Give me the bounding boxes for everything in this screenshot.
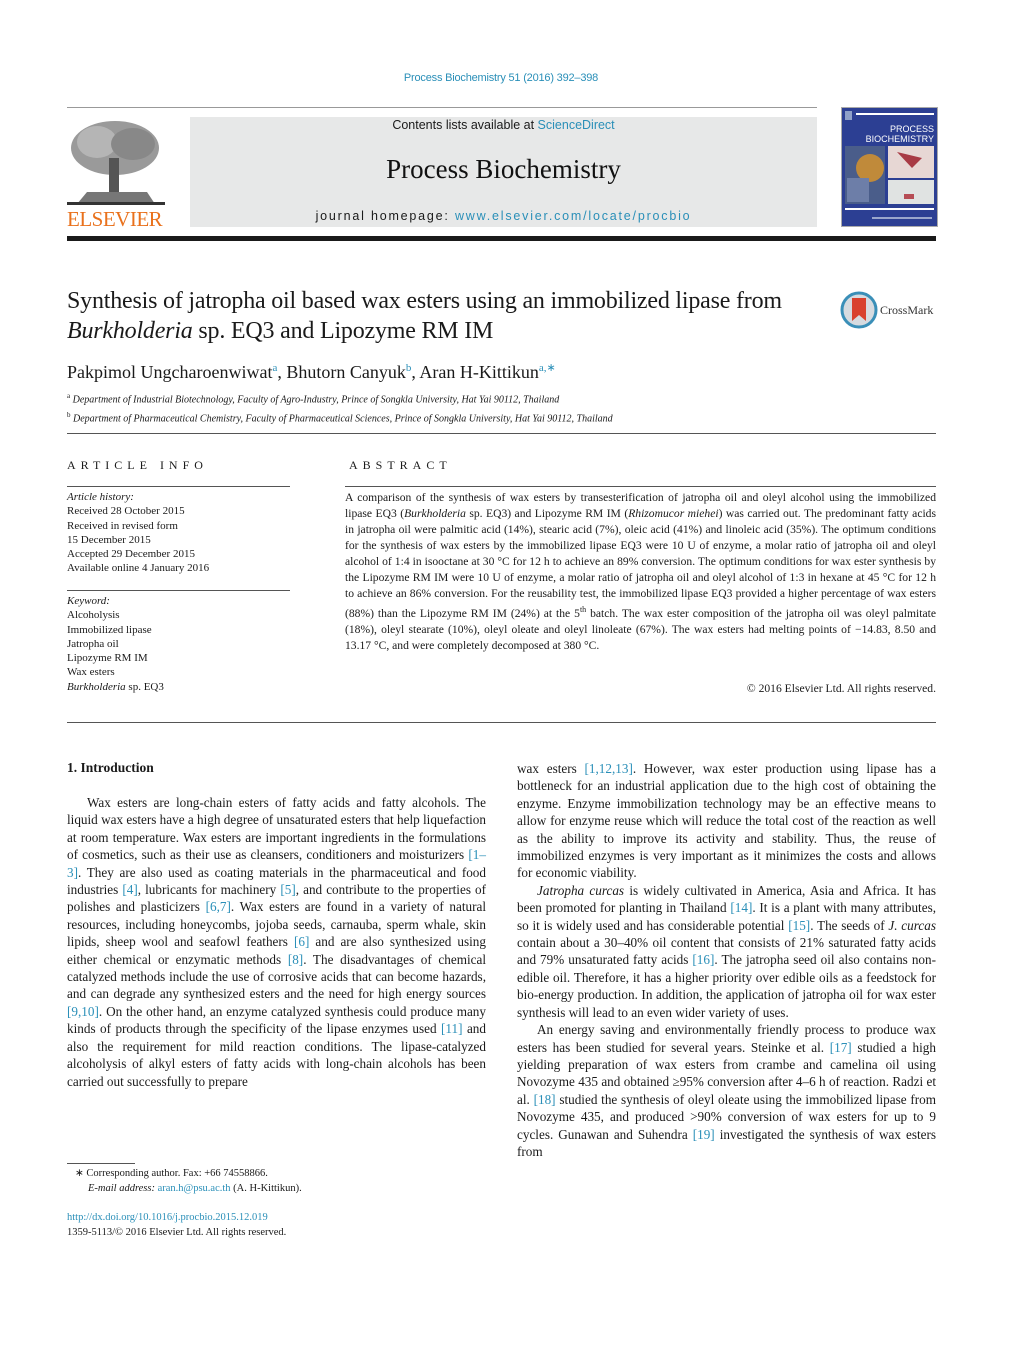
citation-ref-link[interactable]: [18] xyxy=(534,1092,556,1107)
doi-block: http://dx.doi.org/10.1016/j.procbio.2015… xyxy=(67,1211,467,1240)
author[interactable]: Aran H-Kittikuna,∗ xyxy=(419,362,555,382)
citation-ref-link[interactable]: [9,10] xyxy=(67,1004,99,1019)
title-part1: Synthesis of jatropha oil based wax este… xyxy=(67,288,782,314)
history-item: 15 December 2015 xyxy=(67,533,151,546)
citation-ref-link[interactable]: [8] xyxy=(288,952,303,967)
keyword-label: Keyword: xyxy=(67,595,110,607)
journal-cover-thumbnail[interactable]: PROCESS BIOCHEMISTRY xyxy=(841,107,938,227)
author[interactable]: Bhutorn Canyukb xyxy=(286,362,411,382)
divider xyxy=(67,722,936,723)
elsevier-logo: ELSEVIER xyxy=(67,118,167,231)
journal-masthead: Contents lists available at ScienceDirec… xyxy=(190,117,817,227)
footnote-rule xyxy=(67,1163,135,1164)
keyword: Burkholderia sp. EQ3 xyxy=(67,680,164,693)
header-rule xyxy=(67,107,817,108)
journal-cover-image: PROCESS BIOCHEMISTRY xyxy=(842,108,937,226)
keywords: Keyword: Alcoholysis Immobilized lipase … xyxy=(67,594,297,694)
footnotes: ∗ Corresponding author. Fax: +66 7455886… xyxy=(67,1167,467,1196)
citation-ref-link[interactable]: [19] xyxy=(693,1127,715,1142)
title-part2: sp. EQ3 and Lipozyme RM IM xyxy=(192,318,494,344)
cover-title-line1: PROCESS xyxy=(890,124,934,134)
intro-paragraph-2: Jatropha curcas is widely cultivated in … xyxy=(517,882,936,1020)
history-label: Article history: xyxy=(67,491,134,503)
citation-ref-link[interactable]: [6] xyxy=(294,934,309,949)
elsevier-wordmark: ELSEVIER xyxy=(67,207,163,231)
intro-paragraph-1-continued: wax esters [1,12,13]. However, wax ester… xyxy=(517,761,937,881)
citation-ref-link[interactable]: [6,7] xyxy=(206,899,231,914)
body-column-right: wax esters [1,12,13]. However, wax ester… xyxy=(517,760,936,1160)
affiliations: a Department of Industrial Biotechnology… xyxy=(67,389,947,427)
article-history: Article history: Received 28 October 201… xyxy=(67,490,297,576)
citation-ref-link[interactable]: [16] xyxy=(692,952,714,967)
citation-ref-link[interactable]: [11] xyxy=(441,1021,462,1036)
author-list: Pakpimol Ungcharoenwiwata, Bhutorn Canyu… xyxy=(67,362,556,382)
intro-paragraph-3: An energy saving and environmentally fri… xyxy=(517,1022,936,1159)
sciencedirect-link[interactable]: ScienceDirect xyxy=(538,118,615,132)
keyword: Alcoholysis xyxy=(67,609,120,622)
history-item: Accepted 29 December 2015 xyxy=(67,548,195,561)
affiliation: a Department of Industrial Biotechnology… xyxy=(67,392,560,406)
homepage-prefix: journal homepage: xyxy=(315,209,455,223)
citation-ref-link[interactable]: [17] xyxy=(830,1040,852,1055)
divider xyxy=(345,486,936,487)
abstract-text: A comparison of the synthesis of wax est… xyxy=(345,491,936,653)
divider xyxy=(67,590,290,591)
citation-ref-link[interactable]: [15] xyxy=(788,918,810,933)
section-heading-introduction: 1. Introduction xyxy=(67,760,154,775)
keyword: Lipozyme RM IM xyxy=(67,652,148,665)
keyword: Immobilized lipase xyxy=(67,623,152,636)
divider xyxy=(67,433,936,434)
keyword: Wax esters xyxy=(67,666,115,679)
journal-citation-link[interactable]: Process Biochemistry 51 (2016) 392–398 xyxy=(0,72,1002,84)
citation-ref-link[interactable]: [14] xyxy=(730,900,752,915)
doi-link[interactable]: http://dx.doi.org/10.1016/j.procbio.2015… xyxy=(67,1212,268,1223)
abstract-copyright: © 2016 Elsevier Ltd. All rights reserved… xyxy=(746,682,936,695)
crossmark-label: CrossMark xyxy=(880,303,934,317)
header-thick-rule xyxy=(67,236,936,241)
citation-ref-link[interactable]: [5] xyxy=(280,882,295,897)
italic-term: J. curcas xyxy=(888,917,936,933)
affiliation: b Department of Pharmaceutical Chemistry… xyxy=(67,410,613,425)
email-note: E-mail address: aran.h@psu.ac.th (A. H-K… xyxy=(88,1182,302,1194)
article-info-heading: ARTICLE INFO xyxy=(67,458,208,472)
title-italic: Burkholderia xyxy=(67,318,193,344)
email-link[interactable]: aran.h@psu.ac.th xyxy=(158,1183,231,1194)
contents-prefix: Contents lists available at xyxy=(392,118,538,132)
elsevier-tree-icon xyxy=(67,118,165,206)
citation-ref-link[interactable]: [4] xyxy=(122,882,137,897)
author[interactable]: Pakpimol Ungcharoenwiwata xyxy=(67,362,277,382)
citation-ref-link[interactable]: [1–3] xyxy=(67,847,486,879)
divider xyxy=(67,486,290,487)
journal-homepage-link[interactable]: www.elsevier.com/locate/procbio xyxy=(455,209,691,223)
cover-title-line2: BIOCHEMISTRY xyxy=(866,134,934,144)
citation-ref-link[interactable]: [1,12,13] xyxy=(585,761,633,776)
corresponding-author-note: ∗ Corresponding author. Fax: +66 7455886… xyxy=(75,1168,268,1179)
issn-line: 1359-5113/© 2016 Elsevier Ltd. All right… xyxy=(67,1226,287,1238)
intro-paragraph-1: Wax esters are long-chain esters of fatt… xyxy=(67,795,486,1089)
abstract-heading: ABSTRACT xyxy=(349,458,452,472)
keyword: Jatropha oil xyxy=(67,637,119,650)
journal-title: Process Biochemistry xyxy=(386,154,621,184)
crossmark-badge[interactable]: CrossMark xyxy=(840,291,940,331)
homepage-line: journal homepage: www.elsevier.com/locat… xyxy=(190,208,817,224)
history-item: Received 28 October 2015 xyxy=(67,505,185,518)
italic-term: Jatropha curcas xyxy=(537,882,625,898)
history-item: Available online 4 January 2016 xyxy=(67,562,210,575)
history-item: Received in revised form xyxy=(67,519,178,532)
crossmark-icon xyxy=(840,291,878,329)
article-title: Synthesis of jatropha oil based wax este… xyxy=(67,286,827,346)
body-column-left: Wax esters are long-chain esters of fatt… xyxy=(67,794,486,1090)
contents-line: Contents lists available at ScienceDirec… xyxy=(190,117,817,133)
